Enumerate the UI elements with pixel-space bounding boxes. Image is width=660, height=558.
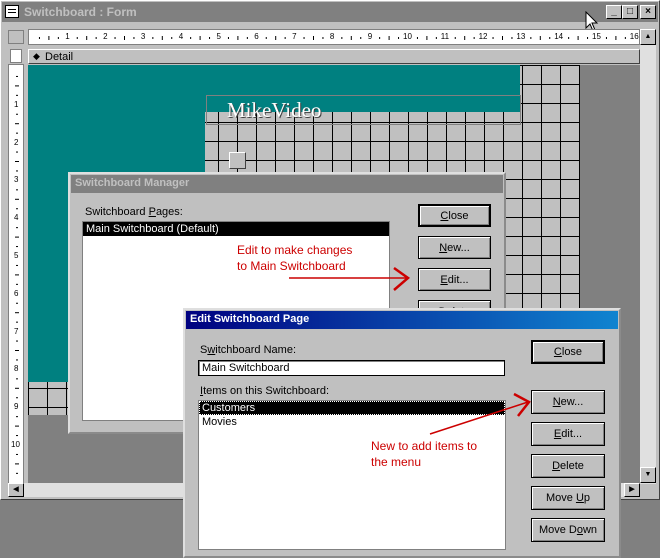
ruler-tick-label: 8 (329, 32, 335, 41)
new-arrow-icon (429, 392, 531, 435)
ruler-tick-label: 13 (516, 32, 526, 41)
ruler-tick-label: 4 (178, 32, 184, 41)
ruler-tick-label: 9 (14, 402, 19, 412)
scroll-down-button[interactable]: ▼ (640, 467, 656, 483)
ruler-tick-label: 10 (11, 440, 20, 449)
vertical-ruler[interactable]: 1 2 3 4 5 6 7 8 9 10 (8, 64, 24, 484)
manager-new-button[interactable]: New... (418, 236, 491, 259)
ruler-tick-label: 1 (65, 32, 70, 41)
small-button-control[interactable] (229, 152, 246, 169)
move-up-button[interactable]: Move Up (531, 486, 605, 510)
items-label: Items on this Switchboard: (200, 385, 330, 397)
detail-section-label: Detail (45, 51, 74, 63)
ruler-tick-label: 10 (403, 32, 412, 41)
manager-edit-button[interactable]: Edit... (418, 268, 491, 291)
manager-close-button[interactable]: Close (418, 204, 491, 227)
move-down-button[interactable]: Move Down (531, 518, 605, 542)
close-button[interactable]: × (640, 5, 656, 19)
switchboard-manager-title: Switchboard Manager (75, 177, 190, 189)
section-arrow-icon: ◆ (33, 51, 40, 61)
edit-close-button[interactable]: Close (531, 340, 605, 364)
edit-delete-button[interactable]: Delete (531, 454, 605, 478)
horizontal-ruler[interactable]: 1 2 3 4 5 6 7 8 9 10 11 12 13 14 15 16 (28, 29, 640, 45)
edit-edit-button[interactable]: Edit... (531, 422, 605, 446)
ruler-tick-label: 5 (14, 251, 19, 260)
ruler-tick-label: 4 (14, 213, 19, 223)
ruler-tick-label: 3 (14, 175, 19, 185)
edit-new-button[interactable]: New... (531, 390, 605, 414)
form-title-label[interactable]: MikeVideo (206, 95, 521, 125)
maximize-button[interactable]: □ (622, 5, 638, 19)
switchboard-name-label: Switchboard Name: (200, 344, 297, 356)
ruler-tick-label: 3 (140, 32, 146, 41)
ruler-tick-label: 5 (216, 32, 221, 41)
ruler-tick-label: 12 (478, 32, 488, 41)
scroll-up-button[interactable]: ▲ (640, 29, 656, 45)
ruler-tick-label: 9 (367, 32, 373, 41)
ruler-tick-label: 8 (14, 364, 19, 374)
ruler-tick-label: 16 (629, 32, 639, 41)
mike-video-text: MikeVideo (227, 98, 322, 122)
detail-section-bar[interactable] (28, 49, 640, 64)
edit-arrow-icon (289, 266, 411, 291)
ruler-tick-label: 15 (592, 32, 601, 41)
ruler-tick-label: 6 (14, 288, 19, 298)
ruler-tick-label: 2 (103, 32, 108, 41)
list-item[interactable]: Main Switchboard (Default) (83, 222, 389, 236)
minimize-button[interactable]: _ (606, 5, 622, 19)
new-annotation: New to add items to the menu (371, 439, 478, 469)
edit-page-title: Edit Switchboard Page (190, 313, 310, 325)
ruler-corner[interactable] (8, 30, 24, 44)
ruler-tick-label: 7 (14, 326, 19, 336)
form-window-icon[interactable] (5, 5, 19, 18)
scroll-right-button[interactable]: ▶ (624, 483, 640, 497)
switchboard-pages-label: Switchboard Pages: (85, 206, 183, 218)
vertical-scrollbar[interactable] (640, 29, 656, 484)
ruler-tick-label: 11 (440, 32, 450, 41)
ruler-tick-label: 2 (14, 137, 19, 147)
ruler-tick-label: 14 (554, 32, 564, 41)
scroll-left-button[interactable]: ◀ (8, 483, 24, 497)
ruler-tick-label: 6 (254, 32, 259, 41)
ruler-tick-label: 7 (292, 32, 297, 41)
switchboard-name-field[interactable]: Main Switchboard (198, 360, 505, 376)
form-window-title: Switchboard : Form (24, 5, 137, 19)
selector-box[interactable] (10, 49, 22, 63)
ruler-tick-label: 1 (14, 99, 19, 109)
